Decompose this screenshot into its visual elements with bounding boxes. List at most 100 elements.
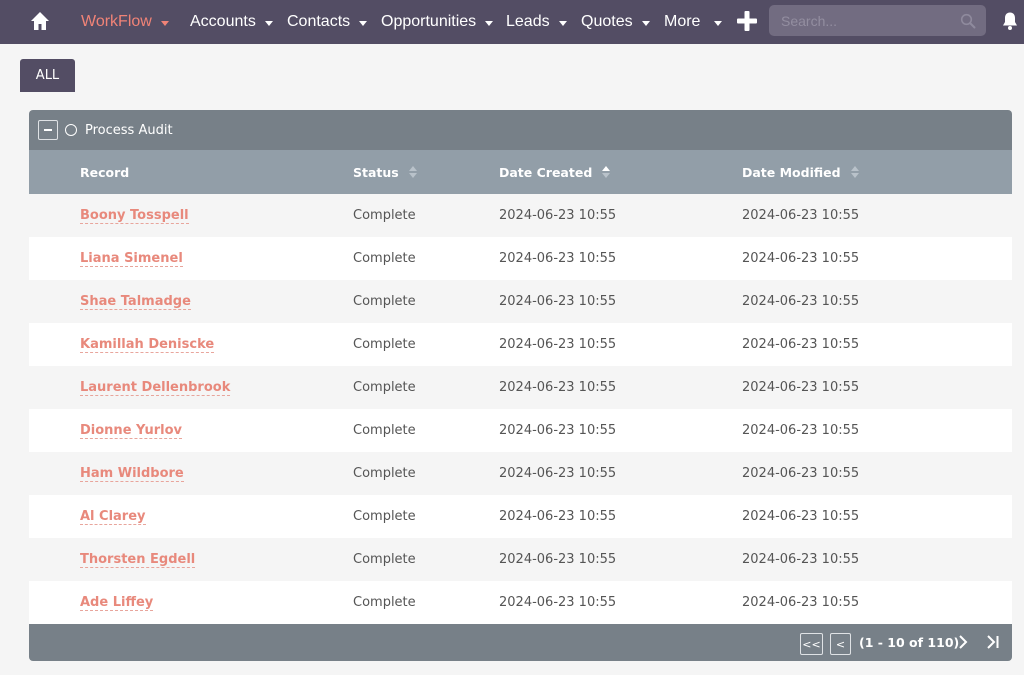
caret-down-icon bbox=[641, 20, 650, 26]
record-link[interactable]: Dionne Yurlov bbox=[80, 423, 183, 439]
table-row: Liana Simenel Complete 2024-06-23 10:55 … bbox=[29, 237, 1012, 280]
table-row: Al Clarey Complete 2024-06-23 10:55 2024… bbox=[29, 495, 1012, 538]
table-row: Ham Wildbore Complete 2024-06-23 10:55 2… bbox=[29, 452, 1012, 495]
column-header-status[interactable]: Status bbox=[353, 150, 417, 194]
record-link[interactable]: Ham Wildbore bbox=[80, 466, 184, 482]
caret-down-icon bbox=[714, 20, 723, 26]
record-link[interactable]: Liana Simenel bbox=[80, 251, 183, 267]
record-link[interactable]: Laurent Dellenbrook bbox=[80, 380, 231, 396]
status-cell: Complete bbox=[353, 423, 416, 438]
nav-item-contacts[interactable]: Contacts bbox=[287, 0, 368, 44]
date-modified-cell: 2024-06-23 10:55 bbox=[742, 552, 860, 567]
circle-icon bbox=[65, 124, 77, 136]
table-row: Shae Talmadge Complete 2024-06-23 10:55 … bbox=[29, 280, 1012, 323]
table-row: Dionne Yurlov Complete 2024-06-23 10:55 … bbox=[29, 409, 1012, 452]
panel-header: Process Audit bbox=[29, 110, 1012, 150]
nav-item-quotes[interactable]: Quotes bbox=[581, 0, 650, 44]
nav-item-workflow[interactable]: WorkFlow bbox=[81, 0, 169, 44]
caret-down-icon bbox=[160, 20, 169, 26]
nav-item-more[interactable]: More bbox=[664, 0, 723, 44]
status-cell: Complete bbox=[353, 294, 416, 309]
status-cell: Complete bbox=[353, 509, 416, 524]
search-icon[interactable] bbox=[960, 13, 976, 29]
column-header-date-modified[interactable]: Date Modified bbox=[742, 150, 859, 194]
table-row: Laurent Dellenbrook Complete 2024-06-23 … bbox=[29, 366, 1012, 409]
date-created-cell: 2024-06-23 10:55 bbox=[499, 552, 617, 567]
status-cell: Complete bbox=[353, 595, 416, 610]
status-cell: Complete bbox=[353, 466, 416, 481]
sort-ascending-icon[interactable] bbox=[602, 166, 611, 178]
record-link[interactable]: Boony Tosspell bbox=[80, 208, 189, 224]
nav-item-label: Contacts bbox=[287, 13, 351, 30]
column-label: Status bbox=[353, 164, 399, 180]
date-created-cell: 2024-06-23 10:55 bbox=[499, 294, 617, 309]
nav-item-label: Accounts bbox=[190, 13, 256, 30]
nav-item-label: WorkFlow bbox=[81, 13, 152, 30]
chevron-right-icon[interactable] bbox=[955, 633, 971, 651]
record-link[interactable]: Al Clarey bbox=[80, 509, 146, 525]
column-label: Date Created bbox=[499, 164, 593, 180]
process-audit-panel: Process Audit Record Status Date Created… bbox=[29, 110, 1012, 661]
caret-down-icon bbox=[359, 20, 368, 26]
date-modified-cell: 2024-06-23 10:55 bbox=[742, 423, 860, 438]
global-search bbox=[769, 5, 986, 36]
collapse-button[interactable] bbox=[38, 120, 58, 140]
nav-item-label: Opportunities bbox=[381, 13, 477, 30]
date-modified-cell: 2024-06-23 10:55 bbox=[742, 509, 860, 524]
nav-item-opportunities[interactable]: Opportunities bbox=[381, 0, 494, 44]
table-row: Boony Tosspell Complete 2024-06-23 10:55… bbox=[29, 194, 1012, 237]
previous-page-button[interactable]: < bbox=[830, 633, 851, 655]
caret-down-icon bbox=[264, 20, 273, 26]
nav-item-accounts[interactable]: Accounts bbox=[190, 0, 273, 44]
table-header: Record Status Date Created Date Modified bbox=[29, 150, 1012, 194]
record-link[interactable]: Shae Talmadge bbox=[80, 294, 191, 310]
panel-title: Process Audit bbox=[85, 122, 173, 138]
column-label: Record bbox=[80, 164, 130, 180]
record-link[interactable]: Ade Liffey bbox=[80, 595, 154, 611]
status-cell: Complete bbox=[353, 251, 416, 266]
sort-icon[interactable] bbox=[408, 166, 417, 178]
tab-all[interactable]: ALL bbox=[20, 59, 75, 92]
first-page-button[interactable]: << bbox=[800, 633, 823, 655]
table-body: Boony Tosspell Complete 2024-06-23 10:55… bbox=[29, 194, 1012, 624]
date-created-cell: 2024-06-23 10:55 bbox=[499, 509, 617, 524]
date-modified-cell: 2024-06-23 10:55 bbox=[742, 208, 860, 223]
date-modified-cell: 2024-06-23 10:55 bbox=[742, 294, 860, 309]
last-page-icon[interactable] bbox=[985, 633, 1001, 651]
date-modified-cell: 2024-06-23 10:55 bbox=[742, 337, 860, 352]
date-created-cell: 2024-06-23 10:55 bbox=[499, 380, 617, 395]
nav-item-leads[interactable]: Leads bbox=[506, 0, 567, 44]
search-input[interactable] bbox=[781, 12, 951, 29]
tab-label: ALL bbox=[35, 68, 60, 83]
table-row: Kamillah Deniscke Complete 2024-06-23 10… bbox=[29, 323, 1012, 366]
record-link[interactable]: Kamillah Deniscke bbox=[80, 337, 215, 353]
status-cell: Complete bbox=[353, 380, 416, 395]
pagination-range: (1 - 10 of 110) bbox=[859, 635, 960, 650]
record-link[interactable]: Thorsten Egdell bbox=[80, 552, 196, 568]
date-created-cell: 2024-06-23 10:55 bbox=[499, 595, 617, 610]
date-created-cell: 2024-06-23 10:55 bbox=[499, 423, 617, 438]
bell-icon[interactable] bbox=[1001, 11, 1019, 31]
nav-item-label: More bbox=[664, 13, 701, 30]
column-label: Date Modified bbox=[742, 164, 841, 180]
caret-down-icon bbox=[485, 20, 494, 26]
top-navbar: WorkFlow Accounts Contacts Opportunities… bbox=[0, 0, 1024, 44]
minus-icon bbox=[44, 129, 52, 131]
nav-item-label: Quotes bbox=[581, 13, 633, 30]
date-created-cell: 2024-06-23 10:55 bbox=[499, 208, 617, 223]
sort-icon[interactable] bbox=[850, 166, 859, 178]
caret-down-icon bbox=[558, 20, 567, 26]
plus-icon[interactable] bbox=[736, 10, 758, 32]
table-row: Ade Liffey Complete 2024-06-23 10:55 202… bbox=[29, 581, 1012, 624]
date-modified-cell: 2024-06-23 10:55 bbox=[742, 251, 860, 266]
column-header-date-created[interactable]: Date Created bbox=[499, 150, 611, 194]
date-modified-cell: 2024-06-23 10:55 bbox=[742, 380, 860, 395]
status-cell: Complete bbox=[353, 337, 416, 352]
table-row: Thorsten Egdell Complete 2024-06-23 10:5… bbox=[29, 538, 1012, 581]
date-modified-cell: 2024-06-23 10:55 bbox=[742, 466, 860, 481]
date-created-cell: 2024-06-23 10:55 bbox=[499, 251, 617, 266]
pagination-bar: << < (1 - 10 of 110) bbox=[29, 624, 1012, 661]
home-icon[interactable] bbox=[30, 10, 50, 32]
date-modified-cell: 2024-06-23 10:55 bbox=[742, 595, 860, 610]
date-created-cell: 2024-06-23 10:55 bbox=[499, 337, 617, 352]
